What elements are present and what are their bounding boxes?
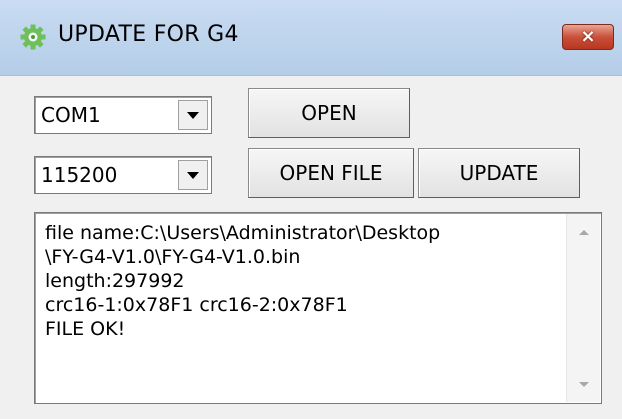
close-icon: × [580, 26, 596, 47]
gear-icon [20, 24, 46, 50]
log-line: file name:C:\Users\Administrator\Desktop [45, 222, 441, 244]
port-select[interactable]: COM1 [34, 96, 212, 134]
chevron-down-icon [187, 111, 199, 119]
log-line: crc16-1:0x78F1 crc16-2:0x78F1 [45, 294, 348, 316]
log-text: file name:C:\Users\Administrator\Desktop… [45, 221, 565, 341]
title-bar[interactable]: UPDATE FOR G4 × [0, 0, 622, 76]
log-output[interactable]: file name:C:\Users\Administrator\Desktop… [34, 212, 602, 404]
open-button-label: OPEN [301, 101, 357, 125]
open-file-button-label: OPEN FILE [279, 161, 383, 185]
baud-dropdown-button[interactable] [178, 160, 208, 190]
baud-select-value: 115200 [41, 163, 118, 187]
log-line: \FY-G4-V1.0\FY-G4-V1.0.bin [45, 246, 301, 268]
scroll-down-button[interactable] [567, 370, 600, 398]
scroll-down-arrow-icon [578, 381, 589, 387]
log-line: FILE OK! [45, 318, 126, 340]
update-button-label: UPDATE [459, 161, 539, 185]
scroll-up-arrow-icon [578, 229, 589, 235]
baud-select[interactable]: 115200 [34, 156, 212, 194]
scroll-up-button[interactable] [567, 218, 600, 246]
update-window: UPDATE FOR G4 × COM1 OPEN 115200 OPEN FI… [0, 0, 622, 419]
open-button[interactable]: OPEN [248, 88, 410, 138]
port-dropdown-button[interactable] [178, 100, 208, 130]
update-button[interactable]: UPDATE [418, 148, 580, 198]
close-button[interactable]: × [562, 24, 614, 50]
open-file-button[interactable]: OPEN FILE [248, 148, 414, 198]
log-line: length:297992 [45, 270, 185, 292]
port-select-value: COM1 [41, 103, 101, 127]
chevron-down-icon [187, 171, 199, 179]
client-area: COM1 OPEN 115200 OPEN FILE UPDATE file n… [0, 76, 622, 419]
vertical-scrollbar[interactable] [566, 214, 600, 402]
window-title: UPDATE FOR G4 [58, 22, 239, 47]
